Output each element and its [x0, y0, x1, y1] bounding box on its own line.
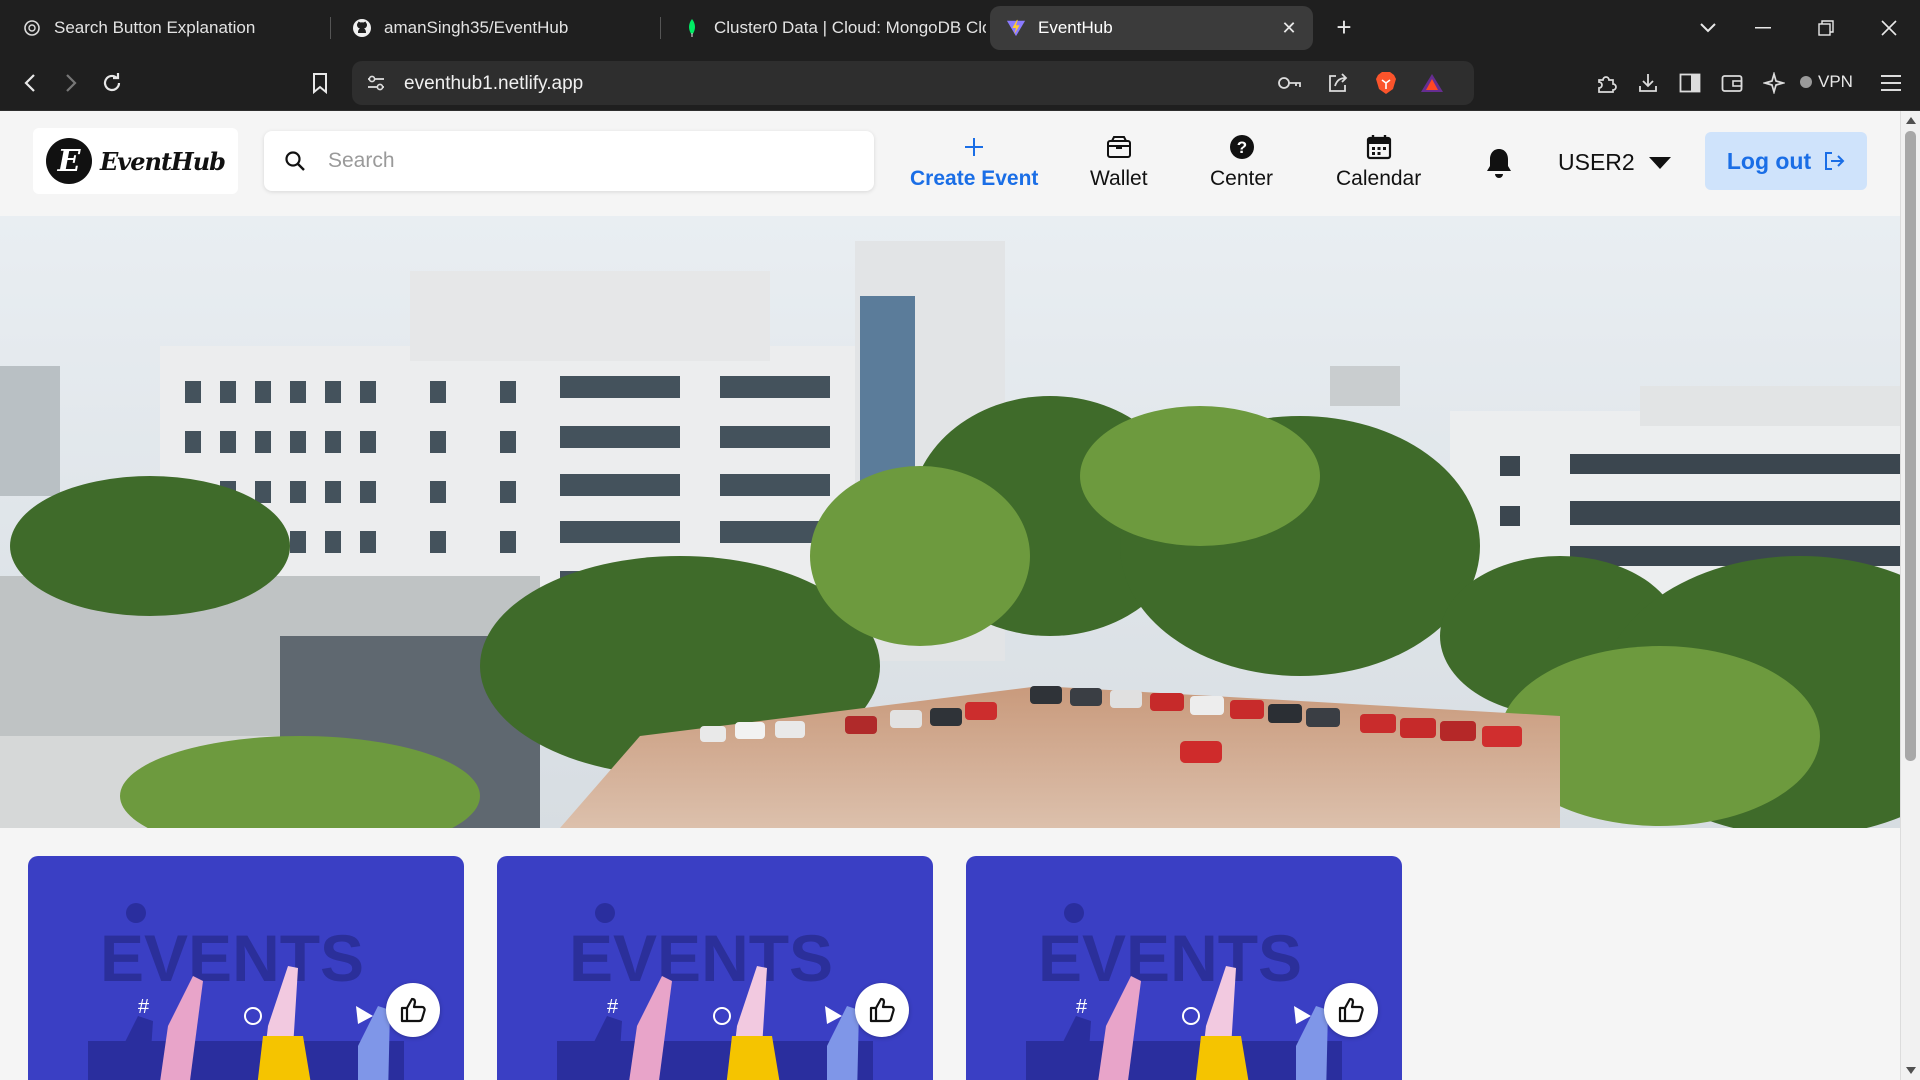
search-input[interactable] [328, 141, 848, 181]
like-button[interactable] [855, 983, 909, 1037]
vpn-status-dot-icon [1800, 76, 1812, 88]
logout-icon [1825, 152, 1845, 170]
scroll-up-icon[interactable] [1906, 117, 1916, 124]
site-settings-icon[interactable] [364, 71, 388, 95]
close-tab-icon[interactable]: ✕ [1279, 18, 1299, 38]
page-viewport: E EventHub Create Event Wallet ? Center [0, 111, 1900, 1080]
like-button[interactable] [386, 983, 440, 1037]
vite-icon [1006, 18, 1026, 38]
leo-ai-icon[interactable] [1760, 69, 1788, 97]
create-event-button[interactable]: Create Event [910, 133, 1038, 191]
vpn-button[interactable]: VPN [1800, 72, 1853, 92]
logo-mark: E [46, 138, 93, 184]
calendar-icon [1365, 133, 1393, 161]
svg-text:#: # [1076, 996, 1088, 1018]
user-menu-dropdown[interactable]: USER2 [1558, 149, 1671, 176]
sidebar-toggle-icon[interactable] [1676, 69, 1704, 97]
logout-label: Log out [1726, 147, 1812, 174]
back-button[interactable] [14, 67, 46, 99]
event-card[interactable]: EVENTS # [28, 856, 464, 1080]
app-header: E EventHub Create Event Wallet ? Center [0, 111, 1900, 216]
tab-eventhub[interactable]: EventHub ✕ [990, 6, 1313, 50]
tab-separator [330, 17, 331, 39]
close-window-icon[interactable] [1874, 14, 1904, 42]
downloads-icon[interactable] [1634, 69, 1662, 97]
share-icon[interactable] [1326, 71, 1350, 95]
plus-icon [960, 133, 988, 161]
address-bar[interactable]: eventhub1.netlify.app [352, 61, 1474, 105]
chatgpt-icon [22, 18, 42, 38]
thumbs-up-icon [1338, 997, 1364, 1023]
events-banner-illustration: EVENTS # [557, 903, 873, 1080]
events-art-text: EVENTS [100, 921, 364, 995]
github-icon [352, 18, 372, 38]
forward-button[interactable] [55, 67, 87, 99]
tab-mongodb-cloud[interactable]: Cluster0 Data | Cloud: MongoDB Cloud [666, 6, 986, 50]
events-art-text: EVENTS [569, 921, 833, 995]
brave-rewards-icon[interactable] [1420, 71, 1444, 95]
scrollbar-thumb[interactable] [1905, 131, 1916, 761]
logo-text: EventHub [100, 146, 226, 176]
password-key-icon[interactable] [1278, 71, 1302, 95]
tab-title: EventHub [1038, 18, 1113, 37]
tab-list-dropdown-icon[interactable] [1693, 14, 1723, 42]
create-event-label: Create Event [910, 167, 1039, 190]
svg-text:#: # [138, 996, 150, 1018]
minimize-window-icon[interactable] [1748, 14, 1778, 42]
tab-search-button-explanation[interactable]: Search Button Explanation [6, 6, 326, 50]
browser-tab-bar: Search Button Explanation amanSingh35/Ev… [0, 0, 1920, 55]
tab-title: Cluster0 Data | Cloud: MongoDB Cloud [714, 18, 986, 37]
restore-window-icon[interactable] [1811, 14, 1841, 42]
tab-separator [660, 17, 661, 39]
wallet-nav-icon [1105, 133, 1133, 161]
events-banner-illustration: EVENTS # [88, 903, 404, 1080]
events-art-text: EVENTS [1038, 921, 1302, 995]
calendar-nav-button[interactable]: Calendar [1336, 133, 1421, 191]
search-bar[interactable] [264, 131, 874, 191]
thumbs-up-icon [400, 997, 426, 1023]
like-button[interactable] [1324, 983, 1378, 1037]
browser-menu-icon[interactable] [1877, 69, 1905, 97]
username-label: USER2 [1558, 149, 1635, 175]
reload-button[interactable] [96, 67, 128, 99]
new-tab-button[interactable]: + [1330, 14, 1358, 42]
thumbs-up-icon [869, 997, 895, 1023]
brave-shields-icon[interactable] [1374, 71, 1398, 95]
hero-campus-image [0, 216, 1900, 828]
event-card[interactable]: EVENTS # [497, 856, 933, 1080]
caret-down-icon [1648, 156, 1671, 169]
tab-title: amanSingh35/EventHub [384, 18, 569, 37]
event-card[interactable]: EVENTS # [966, 856, 1402, 1080]
wallet-icon[interactable] [1718, 69, 1746, 97]
events-banner-illustration: EVENTS # [1026, 903, 1342, 1080]
center-label: Center [1210, 167, 1274, 190]
extensions-icon[interactable] [1592, 69, 1620, 97]
mongodb-leaf-icon [682, 18, 702, 38]
bookmark-icon[interactable] [304, 67, 336, 99]
center-nav-button[interactable]: ? Center [1210, 133, 1273, 191]
browser-toolbar: eventhub1.netlify.app VPN [0, 55, 1920, 111]
help-circle-icon: ? [1228, 133, 1256, 161]
tab-github-eventhub[interactable]: amanSingh35/EventHub [336, 6, 654, 50]
svg-text:#: # [607, 996, 619, 1018]
svg-text:?: ? [1236, 138, 1246, 157]
wallet-nav-button[interactable]: Wallet [1090, 133, 1148, 191]
logout-button[interactable]: Log out [1705, 132, 1867, 190]
calendar-label: Calendar [1336, 167, 1422, 190]
vpn-label: VPN [1818, 72, 1853, 91]
wallet-label: Wallet [1090, 167, 1148, 190]
eventhub-logo[interactable]: E EventHub [33, 128, 238, 194]
url-text: eventhub1.netlify.app [404, 73, 584, 94]
page-scrollbar[interactable] [1900, 111, 1920, 1080]
notification-bell-icon[interactable] [1484, 147, 1514, 179]
search-icon [285, 151, 305, 171]
tab-title: Search Button Explanation [54, 18, 256, 37]
scroll-down-icon[interactable] [1906, 1067, 1916, 1074]
